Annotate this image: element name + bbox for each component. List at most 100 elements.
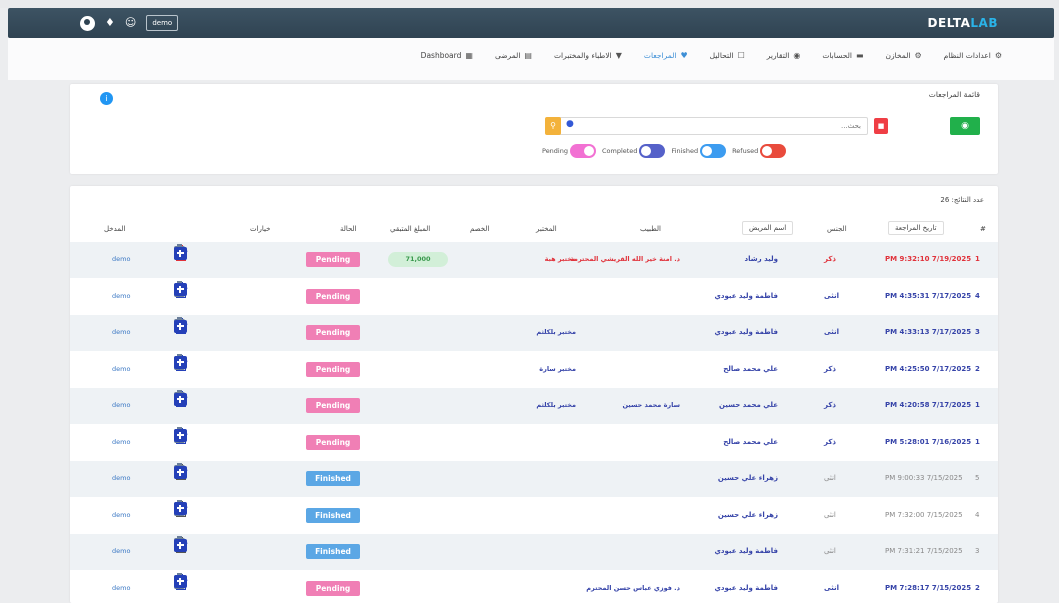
- table-row[interactable]: 1 PM 9:32:10 7/19/2025 ذكر وليد رشاد د. امنة…: [70, 242, 998, 278]
- filter-completed-toggle[interactable]: [639, 144, 666, 158]
- show-eye-button[interactable]: ◉: [950, 117, 980, 135]
- row-user: demo: [112, 437, 131, 446]
- gear-icon: ⚙: [994, 51, 1002, 60]
- add-plus-icon[interactable]: [174, 392, 187, 406]
- row-gender: انثى: [824, 291, 839, 300]
- nav-item-label: المخازن: [885, 51, 911, 60]
- row-lab: مختبر بلكلثم: [536, 328, 576, 336]
- search-panel: قائمة المراجعات i ◉ ■ ⚲ ● Pending Comple…: [70, 84, 998, 174]
- header-date[interactable]: تاريخ المراجعة: [888, 221, 944, 235]
- user-menu-button[interactable]: demo: [146, 15, 179, 31]
- nav-item-label: الحسابات: [822, 51, 852, 60]
- add-plus-icon[interactable]: [174, 465, 187, 479]
- table-row[interactable]: 3 PM 7:31:21 7/15/2025 انثى فاطمة وليد عبود…: [70, 534, 998, 570]
- table-row[interactable]: 3 PM 4:33:13 7/17/2025 انثى فاطمة وليد عبود…: [70, 315, 998, 351]
- nav-item-7[interactable]: ⚙ المخازن: [886, 51, 922, 60]
- row-patient-name: علي محمد صالح: [723, 437, 778, 446]
- row-patient-name: زهراء علي حسين: [717, 510, 778, 519]
- row-date: PM 4:25:50 7/17/2025: [885, 364, 972, 373]
- status-badge: Finished: [306, 544, 360, 559]
- search-input[interactable]: [559, 118, 867, 134]
- status-badge: Pending: [306, 252, 360, 267]
- table-header: # تاريخ المراجعة الجنس اسم المريض الطبيب…: [70, 220, 998, 240]
- nav-item-label: التحاليل: [709, 51, 734, 60]
- row-patient-name: وليد رشاد: [744, 255, 778, 263]
- info-icon[interactable]: i: [100, 92, 113, 105]
- row-patient-name: زهراء علي حسين: [717, 474, 778, 482]
- row-number: 3: [975, 328, 980, 336]
- nav-item-4[interactable]: ☐ التحاليل: [710, 51, 745, 60]
- filter-pending-toggle[interactable]: [569, 144, 596, 158]
- brand-accent: LAB: [970, 16, 998, 30]
- add-plus-icon[interactable]: [174, 319, 187, 333]
- nav-item-3[interactable]: ♥ المراجعات: [644, 51, 688, 60]
- row-user: demo: [112, 510, 131, 519]
- row-gender: انثى: [824, 474, 836, 482]
- nav-item-6[interactable]: ▬ الحسابات: [822, 51, 863, 60]
- row-gender: انثى: [824, 328, 839, 336]
- dashboard-icon: ▦: [465, 51, 473, 60]
- brand-logo[interactable]: DELTALAB: [928, 16, 998, 30]
- header-gender: الجنس: [827, 225, 847, 233]
- row-lab: مختبر بلكلثم: [536, 401, 576, 409]
- filter-pending-label: Pending: [542, 147, 568, 155]
- add-plus-icon[interactable]: [174, 575, 187, 588]
- table-row[interactable]: 1 PM 5:28:01 7/16/2025 ذكر علي محمد صالح Pen…: [70, 425, 998, 461]
- row-doctor: د. فوزي عباس حسن المحترم: [586, 583, 680, 592]
- table-row[interactable]: 4 PM 7:32:00 7/15/2025 انثى زهراء علي حسين F…: [70, 498, 998, 534]
- add-plus-icon[interactable]: [174, 502, 187, 515]
- status-badge: Finished: [306, 471, 360, 486]
- nav-item-2[interactable]: ▼ الاطباء والمختبرات: [554, 51, 622, 60]
- table-row[interactable]: 1 PM 4:20:58 7/17/2025 ذكر علي محمد حسين سار…: [70, 388, 998, 424]
- row-date: PM 9:32:10 7/19/2025: [885, 255, 972, 263]
- row-date: PM 7:31:21 7/15/2025: [885, 547, 963, 555]
- add-plus-icon[interactable]: [174, 356, 187, 369]
- nav-item-label: التقارير: [766, 51, 790, 60]
- row-number: 1: [975, 255, 980, 263]
- row-date: PM 4:35:31 7/17/2025: [885, 291, 972, 300]
- row-number: 4: [975, 510, 980, 519]
- clear-search-button[interactable]: ■: [874, 118, 888, 134]
- filter-refused-toggle[interactable]: [760, 144, 787, 158]
- row-gender: ذكر: [824, 437, 837, 446]
- nav-item-1[interactable]: ▤ المرضى: [495, 51, 532, 60]
- table-row[interactable]: 4 PM 4:35:31 7/17/2025 انثى فاطمة وليد عبود…: [70, 279, 998, 315]
- filter-finished-toggle[interactable]: [700, 144, 727, 158]
- header-patient-label: اسم المريض: [749, 224, 787, 232]
- row-patient-name: علي محمد حسين: [718, 401, 778, 409]
- report-icon: ◉: [793, 51, 801, 60]
- search-icon[interactable]: ⚲: [545, 117, 561, 135]
- row-number: 2: [975, 364, 980, 373]
- money-icon: ▬: [855, 51, 864, 60]
- status-badge: Pending: [306, 580, 360, 596]
- row-date: PM 7:28:17 7/15/2025: [885, 583, 972, 592]
- add-plus-icon[interactable]: [174, 246, 187, 260]
- row-number: 4: [975, 291, 980, 300]
- row-date: PM 5:28:01 7/16/2025: [885, 437, 972, 446]
- search-box: [558, 117, 868, 135]
- microphone-icon[interactable]: ●: [566, 119, 574, 129]
- header-options: خيارات: [250, 225, 271, 233]
- add-plus-icon[interactable]: [174, 283, 187, 296]
- nav-item-8[interactable]: ⚙ اعدادات النظام: [944, 51, 1002, 60]
- row-number: 1: [975, 401, 980, 409]
- row-patient-name: علي محمد صالح: [723, 364, 778, 373]
- header-num: #: [980, 225, 986, 233]
- table-row[interactable]: 2 PM 7:28:17 7/15/2025 انثى فاطمة وليد عبود…: [70, 571, 998, 603]
- globe-icon[interactable]: [80, 15, 95, 31]
- row-number: 3: [975, 547, 980, 555]
- user-icon[interactable]: ☺: [125, 14, 136, 32]
- status-badge: Pending: [306, 398, 360, 413]
- bell-icon[interactable]: ♦: [105, 14, 115, 32]
- add-plus-icon[interactable]: [174, 538, 187, 552]
- status-filters: Pending Completed Finished Refused: [538, 144, 787, 158]
- nav-item-5[interactable]: ◉ التقارير: [767, 51, 801, 60]
- add-plus-icon[interactable]: [174, 429, 187, 442]
- header-patient[interactable]: اسم المريض: [742, 221, 794, 235]
- table-row[interactable]: 5 PM 9:00:33 7/15/2025 انثى زهراء علي حسين F…: [70, 461, 998, 497]
- main-nav-bar: ▦ Dashboard ▤ المرضى ▼ الاطباء والمختبرات ♥ الم…: [8, 38, 1054, 80]
- nav-item-0[interactable]: ▦ Dashboard: [421, 51, 473, 60]
- table-row[interactable]: 2 PM 4:25:50 7/17/2025 ذكر علي محمد صالح مخت…: [70, 352, 998, 388]
- status-badge: Pending: [306, 434, 360, 450]
- status-badge: Pending: [306, 288, 360, 304]
